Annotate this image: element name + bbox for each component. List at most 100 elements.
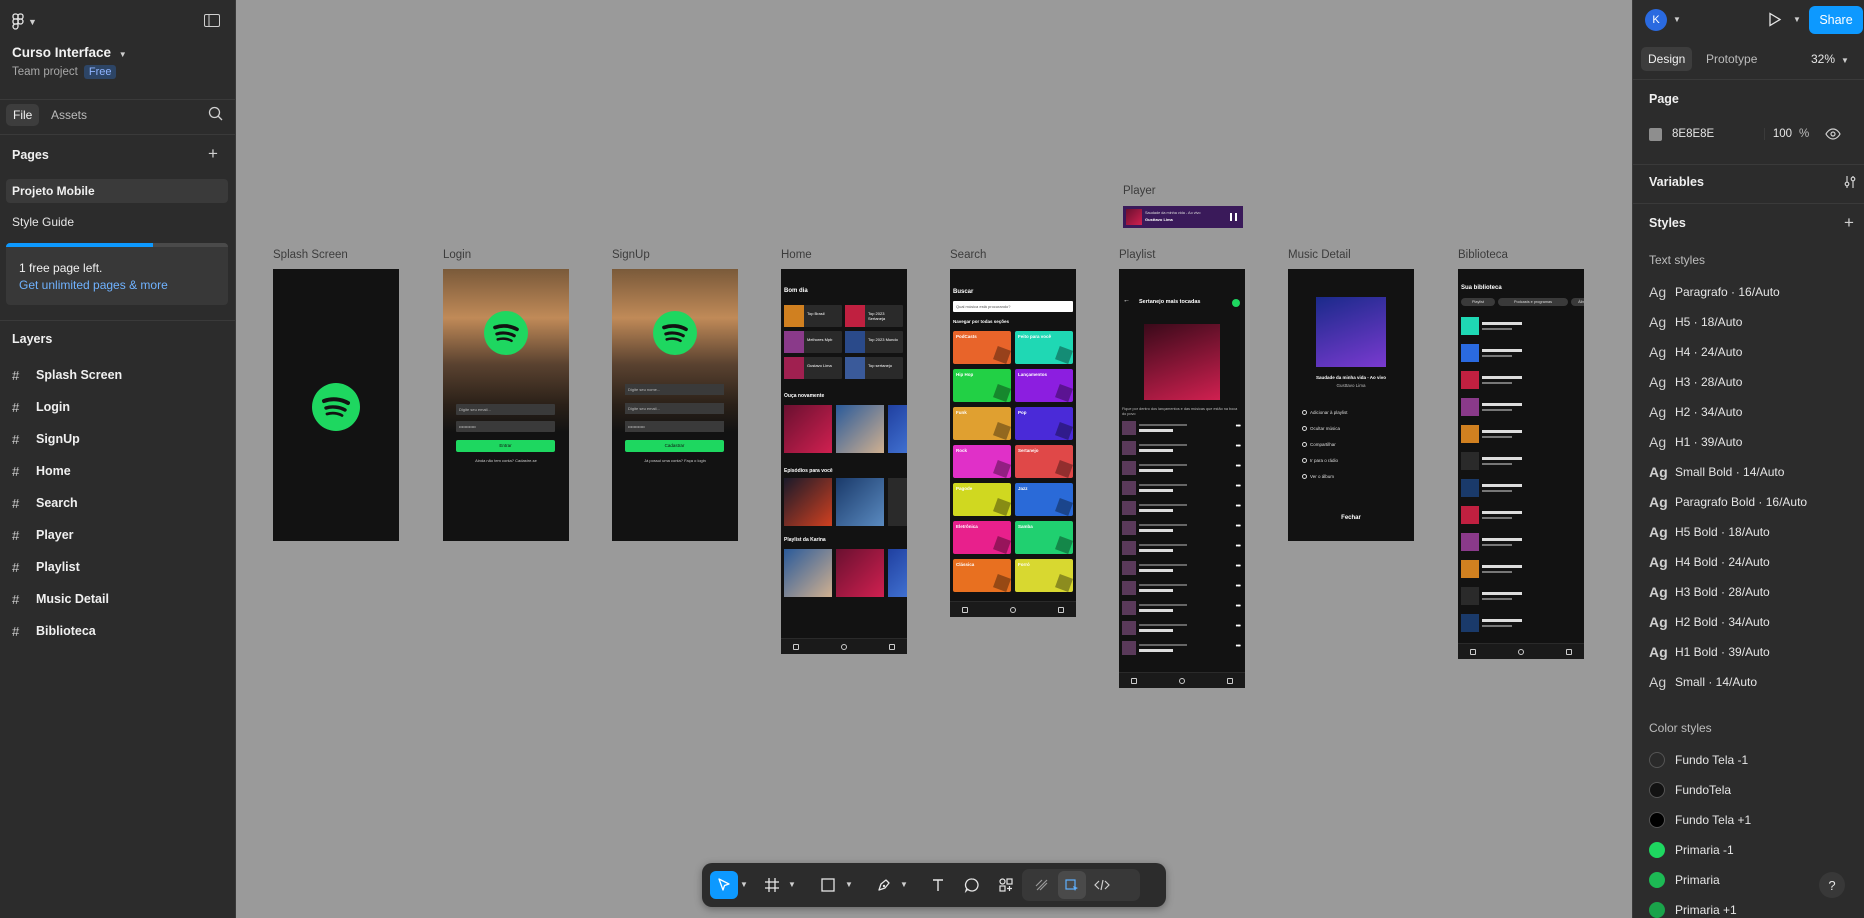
frame-label-home[interactable]: Home: [781, 249, 812, 261]
frame-label-player[interactable]: Player: [1123, 185, 1156, 197]
frame-splash[interactable]: [273, 269, 399, 541]
more-icon: •••: [1235, 523, 1241, 530]
resources-tool[interactable]: [992, 871, 1020, 899]
text-style-item[interactable]: Ag H3 · 28/Auto: [1649, 372, 1742, 392]
color-style-item[interactable]: FundoTela: [1649, 780, 1731, 800]
page-item-projeto-mobile[interactable]: Projeto Mobile: [6, 179, 228, 203]
add-page-icon[interactable]: +: [208, 145, 218, 162]
frame-player[interactable]: Saudade da minha vida - Ao vivo Gusttavo…: [1123, 206, 1243, 228]
color-style-item[interactable]: Primaria +1: [1649, 900, 1737, 918]
tab-assets[interactable]: Assets: [51, 108, 87, 122]
frame-label-search[interactable]: Search: [950, 249, 986, 261]
chevron-down-icon[interactable]: ▼: [900, 880, 908, 889]
frame-label-music[interactable]: Music Detail: [1288, 249, 1351, 261]
canvas[interactable]: Splash Screen Login SignUp Home Search P…: [237, 0, 1631, 918]
page-color-field[interactable]: 8E8E8E 100 %: [1645, 122, 1855, 146]
tab-design[interactable]: Design: [1641, 47, 1693, 71]
layer-item-biblioteca[interactable]: # Biblioteca: [12, 617, 96, 645]
text-style-item[interactable]: Ag H3 Bold · 28/Auto: [1649, 582, 1770, 602]
color-style-item[interactable]: Primaria: [1649, 870, 1720, 890]
frame-label-biblioteca[interactable]: Biblioteca: [1458, 249, 1508, 261]
frame-playlist[interactable]: ← Sertanejo mais tocadas Fique por dentr…: [1119, 269, 1245, 688]
text-tool[interactable]: [924, 871, 952, 899]
chevron-down-icon[interactable]: ▼: [740, 880, 748, 889]
color-style-item[interactable]: Primaria -1: [1649, 840, 1734, 860]
variables-settings-icon[interactable]: [1843, 175, 1857, 194]
frame-label-playlist[interactable]: Playlist: [1119, 249, 1155, 261]
text-style-item[interactable]: Ag H2 · 34/Auto: [1649, 402, 1742, 422]
chevron-down-icon[interactable]: ▼: [1673, 15, 1681, 24]
frame-search[interactable]: Buscar Qual música está procurando? Nave…: [950, 269, 1076, 617]
upsell-link[interactable]: Get unlimited pages & more: [19, 278, 168, 292]
frame-label-splash[interactable]: Splash Screen: [273, 249, 348, 261]
text-style-item[interactable]: Ag H4 Bold · 24/Auto: [1649, 552, 1770, 572]
lib-line: [1482, 538, 1522, 541]
playlist-row: •••: [1122, 621, 1242, 637]
color-style-item[interactable]: Fundo Tela -1: [1649, 750, 1748, 770]
genre-label: Funk: [956, 410, 967, 415]
text-style-item[interactable]: Ag Paragrafo · 16/Auto: [1649, 282, 1780, 302]
share-button[interactable]: Share: [1809, 6, 1863, 34]
add-style-icon[interactable]: +: [1844, 213, 1854, 233]
page-item-style-guide[interactable]: Style Guide: [12, 215, 74, 229]
toggle-sidebar-icon[interactable]: [204, 14, 220, 32]
layer-item-login[interactable]: # Login: [12, 393, 70, 421]
chevron-down-icon[interactable]: ▼: [1793, 15, 1801, 24]
page-color-swatch[interactable]: [1649, 127, 1662, 141]
layer-item-music-detail[interactable]: # Music Detail: [12, 585, 109, 613]
tile-label: Melhores Mpb: [807, 337, 833, 342]
code-icon: [1094, 879, 1110, 891]
project-name[interactable]: Curso Interface ▼: [12, 45, 127, 60]
text-style-item[interactable]: Ag Paragrafo Bold · 16/Auto: [1649, 492, 1807, 512]
page-color-hex[interactable]: 8E8E8E: [1672, 128, 1764, 140]
shape-tool[interactable]: [814, 871, 842, 899]
comment-tool[interactable]: [958, 871, 986, 899]
pen-tool[interactable]: [870, 871, 898, 899]
tab-file[interactable]: File: [6, 104, 40, 126]
lib-row: [1461, 560, 1581, 580]
plan-badge[interactable]: Free: [83, 65, 117, 79]
frame-signup[interactable]: Digite seu nome... Digite seu email... •…: [612, 269, 738, 541]
present-button[interactable]: [1768, 12, 1782, 32]
text-style-item[interactable]: Ag H2 Bold · 34/Auto: [1649, 612, 1770, 632]
text-style-item[interactable]: Ag Small Bold · 14/Auto: [1649, 462, 1784, 482]
dev-mode[interactable]: [1088, 871, 1116, 899]
frame-label-login[interactable]: Login: [443, 249, 471, 261]
zoom-level[interactable]: 32% ▼: [1811, 52, 1849, 66]
page-opacity[interactable]: 100: [1764, 128, 1792, 140]
frame-label-signup[interactable]: SignUp: [612, 249, 650, 261]
layer-item-player[interactable]: # Player: [12, 521, 74, 549]
frame-music-detail[interactable]: Saudade da minha vida - Ao vivo Gusttavo…: [1288, 269, 1414, 541]
chevron-down-icon[interactable]: ▼: [788, 880, 796, 889]
color-style-item[interactable]: Fundo Tela +1: [1649, 810, 1751, 830]
text-style-item[interactable]: Ag Small · 14/Auto: [1649, 672, 1757, 692]
home-section-playlist: Playlist da Karina: [784, 537, 826, 543]
frame-tool[interactable]: [758, 871, 786, 899]
layer-item-signup[interactable]: # SignUp: [12, 425, 80, 453]
search-icon[interactable]: [208, 106, 223, 126]
help-button[interactable]: ?: [1819, 872, 1845, 898]
eye-icon[interactable]: [1825, 128, 1841, 140]
move-tool[interactable]: [710, 871, 738, 899]
text-style-item[interactable]: Ag H1 · 39/Auto: [1649, 432, 1742, 452]
frame-biblioteca[interactable]: Sua biblioteca Playlist Podcasts e progra…: [1458, 269, 1584, 659]
text-style-item[interactable]: Ag H5 Bold · 18/Auto: [1649, 522, 1770, 542]
text-style-item[interactable]: Ag H1 Bold · 39/Auto: [1649, 642, 1770, 662]
text-style-item[interactable]: Ag H4 · 24/Auto: [1649, 342, 1742, 362]
frame-login[interactable]: Digite seu email... •••••••••••• Entrar …: [443, 269, 569, 541]
main-menu-button[interactable]: ▼: [12, 12, 42, 32]
tab-prototype[interactable]: Prototype: [1706, 52, 1757, 66]
layer-item-search[interactable]: # Search: [12, 489, 78, 517]
text-style-item[interactable]: Ag H5 · 18/Auto: [1649, 312, 1742, 332]
layer-item-playlist[interactable]: # Playlist: [12, 553, 80, 581]
chevron-down-icon[interactable]: ▼: [845, 880, 853, 889]
avatar[interactable]: K: [1645, 9, 1667, 31]
layer-item-splash-screen[interactable]: # Splash Screen: [12, 361, 122, 389]
text-style-label: H5 Bold · 18/Auto: [1675, 525, 1770, 539]
layer-item-home[interactable]: # Home: [12, 457, 71, 485]
design-mode[interactable]: [1058, 871, 1086, 899]
frame-home[interactable]: Bom dia Top Brasil Top 2023 Sertaneja Melh…: [781, 269, 907, 654]
layer-label: Home: [36, 464, 71, 478]
play-icon: [1232, 299, 1240, 307]
draw-mode[interactable]: [1028, 871, 1056, 899]
